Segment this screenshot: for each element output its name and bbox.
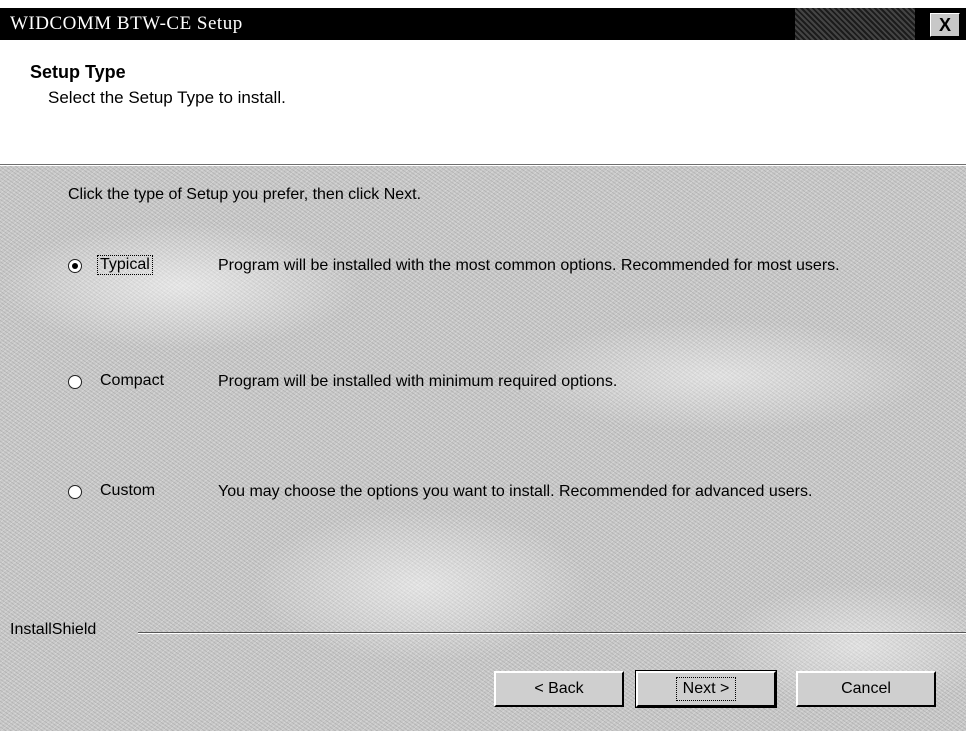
back-button-label: < Back <box>534 680 584 697</box>
setup-window: WIDCOMM BTW-CE Setup X Setup Type Select… <box>0 0 966 731</box>
title-bar-texture <box>795 8 915 40</box>
title-bar: WIDCOMM BTW-CE Setup X <box>0 8 966 40</box>
custom-label[interactable]: Custom <box>100 482 155 500</box>
compact-label[interactable]: Compact <box>100 372 164 390</box>
next-button-label: Next > <box>675 677 737 701</box>
window-title: WIDCOMM BTW-CE Setup <box>10 13 243 34</box>
compact-description: Program will be installed with minimum r… <box>218 373 618 390</box>
close-icon: X <box>938 14 951 35</box>
compact-radio[interactable] <box>68 375 82 389</box>
typical-radio[interactable] <box>68 259 82 273</box>
typical-description: Program will be installed with the most … <box>218 257 840 274</box>
cancel-button-label: Cancel <box>841 680 891 697</box>
custom-description: You may choose the options you want to i… <box>218 483 813 500</box>
page-subtitle: Select the Setup Type to install. <box>48 88 286 107</box>
page-title: Setup Type <box>30 62 126 82</box>
installshield-divider-highlight <box>138 633 966 634</box>
typical-label[interactable]: Typical <box>97 255 153 275</box>
cancel-button[interactable]: Cancel <box>796 671 936 707</box>
close-button[interactable]: X <box>930 13 960 37</box>
installshield-brand: InstallShield <box>10 621 97 638</box>
header-panel: Setup Type Select the Setup Type to inst… <box>0 40 966 164</box>
back-button[interactable]: < Back <box>494 671 624 707</box>
content-panel: Click the type of Setup you prefer, then… <box>0 166 966 731</box>
instruction-text: Click the type of Setup you prefer, then… <box>68 186 422 203</box>
custom-radio[interactable] <box>68 485 82 499</box>
next-button[interactable]: Next > <box>635 670 777 708</box>
